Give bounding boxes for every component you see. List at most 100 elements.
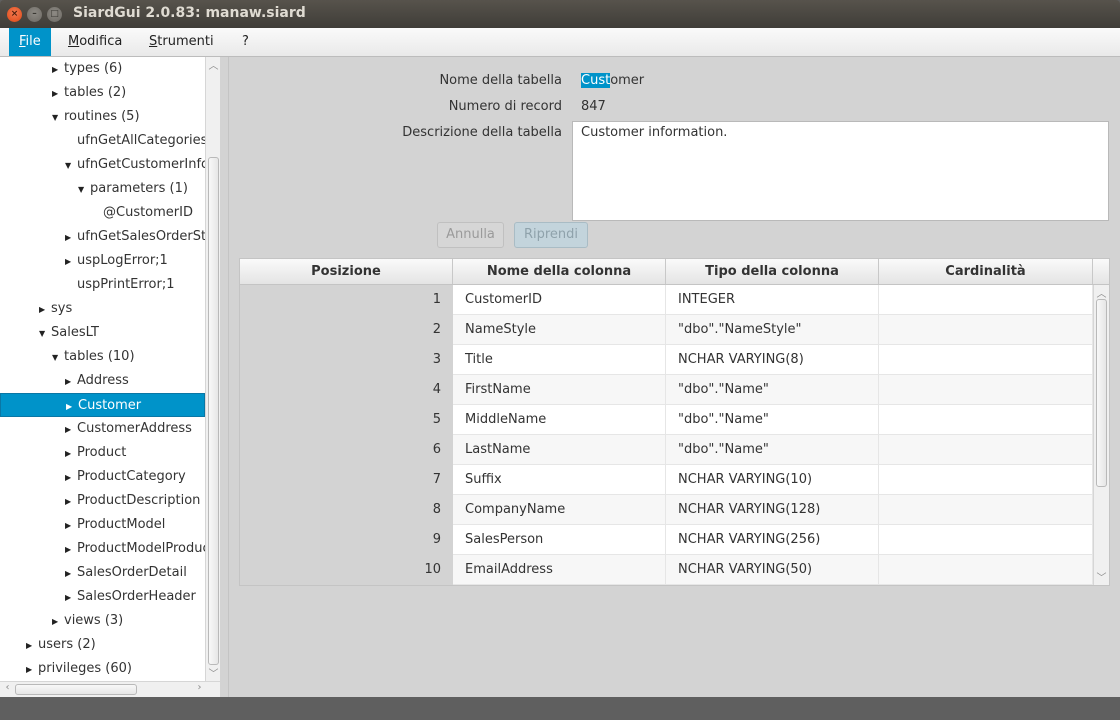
expand-arrow-icon[interactable]: ▶ (65, 370, 77, 394)
tree-node[interactable]: ▶ Address (0, 369, 205, 393)
expand-arrow-icon[interactable]: ▶ (52, 610, 64, 634)
cell-position[interactable]: 3 (240, 345, 453, 375)
cell-cardinality[interactable] (879, 435, 1093, 465)
table-row[interactable]: 10 EmailAddress NCHAR VARYING(50) (240, 555, 1093, 585)
tree-node[interactable]: ▼ parameters (1) (0, 177, 205, 201)
expand-arrow-icon[interactable]: ▶ (65, 226, 77, 250)
scroll-down-icon[interactable]: ﹀ (206, 665, 221, 680)
cell-column-type[interactable]: "dbo"."NameStyle" (666, 315, 879, 345)
collapse-arrow-icon[interactable]: ▼ (78, 178, 90, 202)
cell-cardinality[interactable] (879, 405, 1093, 435)
collapse-arrow-icon[interactable]: ▼ (52, 346, 64, 370)
tree-node[interactable]: ▶ CustomerAddress (0, 417, 205, 441)
cell-column-type[interactable]: NCHAR VARYING(256) (666, 525, 879, 555)
cell-position[interactable]: 2 (240, 315, 453, 345)
cell-position[interactable]: 1 (240, 285, 453, 315)
cell-column-name[interactable]: MiddleName (453, 405, 666, 435)
tree-node[interactable]: ▶ Product (0, 441, 205, 465)
cell-column-name[interactable]: FirstName (453, 375, 666, 405)
cell-position[interactable]: 5 (240, 405, 453, 435)
cell-column-name[interactable]: NameStyle (453, 315, 666, 345)
header-column-type[interactable]: Tipo della colonna (666, 259, 879, 284)
cell-column-name[interactable]: SalesPerson (453, 525, 666, 555)
cell-position[interactable]: 9 (240, 525, 453, 555)
table-row[interactable]: 8 CompanyName NCHAR VARYING(128) (240, 495, 1093, 525)
cell-column-type[interactable]: NCHAR VARYING(10) (666, 465, 879, 495)
tree-node[interactable]: ▶ privileges (60) (0, 657, 205, 681)
cell-position[interactable]: 10 (240, 555, 453, 585)
expand-arrow-icon[interactable]: ▶ (26, 634, 38, 658)
description-textarea[interactable]: Customer information. (572, 121, 1109, 221)
scroll-right-icon[interactable]: › (192, 682, 207, 693)
table-row[interactable]: 9 SalesPerson NCHAR VARYING(256) (240, 525, 1093, 555)
expand-arrow-icon[interactable]: ▶ (65, 514, 77, 538)
cell-column-type[interactable]: INTEGER (666, 285, 879, 315)
cell-column-type[interactable]: "dbo"."Name" (666, 375, 879, 405)
tree-node[interactable]: ▶ sys (0, 297, 205, 321)
minimize-window-button[interactable]: – (27, 7, 42, 22)
menu-file[interactable]: File (9, 28, 51, 56)
table-scroll-down-icon[interactable]: ﹀ (1094, 569, 1109, 584)
tree-node[interactable]: ufnGetAllCategories (0, 129, 205, 153)
table-vertical-scroll-thumb[interactable] (1096, 299, 1107, 487)
tree-node[interactable]: ▶ ProductCategory (0, 465, 205, 489)
expand-arrow-icon[interactable]: ▶ (65, 538, 77, 562)
cell-cardinality[interactable] (879, 495, 1093, 525)
tree-node[interactable]: ▶ SalesOrderHeader (0, 585, 205, 609)
table-row[interactable]: 4 FirstName "dbo"."Name" (240, 375, 1093, 405)
expand-arrow-icon[interactable]: ▶ (52, 58, 64, 82)
cell-cardinality[interactable] (879, 345, 1093, 375)
collapse-arrow-icon[interactable]: ▼ (65, 154, 77, 178)
tree-vertical-scroll-thumb[interactable] (208, 157, 219, 665)
tree-node[interactable]: ▶ views (3) (0, 609, 205, 633)
table-row[interactable]: 3 Title NCHAR VARYING(8) (240, 345, 1093, 375)
cell-column-type[interactable]: NCHAR VARYING(50) (666, 555, 879, 585)
collapse-arrow-icon[interactable]: ▼ (39, 322, 51, 346)
tree-horizontal-scroll-thumb[interactable] (15, 684, 137, 695)
split-pane-divider[interactable] (220, 57, 229, 697)
cell-position[interactable]: 7 (240, 465, 453, 495)
cell-column-name[interactable]: Suffix (453, 465, 666, 495)
cell-column-type[interactable]: NCHAR VARYING(8) (666, 345, 879, 375)
tree-node[interactable]: ▼ SalesLT (0, 321, 205, 345)
maximize-window-button[interactable]: □ (47, 7, 62, 22)
table-name-value[interactable]: Customer (581, 73, 644, 88)
tree-node[interactable]: ▶ types (6) (0, 57, 205, 81)
table-scroll-up-icon[interactable]: ︿ (1094, 285, 1109, 300)
tree-node[interactable]: uspPrintError;1 (0, 273, 205, 297)
expand-arrow-icon[interactable]: ▶ (65, 490, 77, 514)
tree-node[interactable]: ▶ Customer (0, 393, 205, 417)
metadata-tree[interactable]: ▶ types (6) ▶ tables (2) ▼ routines (5) ufnGet… (0, 57, 205, 681)
tree-node[interactable]: ▶ SalesOrderDetail (0, 561, 205, 585)
cell-column-type[interactable]: "dbo"."Name" (666, 435, 879, 465)
restore-button[interactable]: Riprendi (514, 222, 588, 248)
header-position[interactable]: Posizione (240, 259, 453, 284)
expand-arrow-icon[interactable]: ▶ (39, 298, 51, 322)
table-row[interactable]: 5 MiddleName "dbo"."Name" (240, 405, 1093, 435)
header-column-name[interactable]: Nome della colonna (453, 259, 666, 284)
cell-column-name[interactable]: LastName (453, 435, 666, 465)
menu-help[interactable]: ? (232, 28, 259, 56)
expand-arrow-icon[interactable]: ▶ (65, 586, 77, 610)
cell-column-type[interactable]: NCHAR VARYING(128) (666, 495, 879, 525)
scroll-up-icon[interactable]: ︿ (206, 57, 221, 72)
tree-node[interactable]: ▶ ProductModel (0, 513, 205, 537)
tree-node[interactable]: ▶ uspLogError;1 (0, 249, 205, 273)
tree-node[interactable]: ▶ users (2) (0, 633, 205, 657)
expand-arrow-icon[interactable]: ▶ (65, 466, 77, 490)
close-window-button[interactable]: × (7, 7, 22, 22)
expand-arrow-icon[interactable]: ▶ (65, 442, 77, 466)
expand-arrow-icon[interactable]: ▶ (26, 658, 38, 681)
tree-node[interactable]: ▶ufnGetSalesOrderStatusText (0, 225, 205, 249)
cell-column-type[interactable]: "dbo"."Name" (666, 405, 879, 435)
header-cardinality[interactable]: Cardinalità (879, 259, 1093, 284)
table-row[interactable]: 1 CustomerID INTEGER (240, 285, 1093, 315)
tree-node[interactable]: ▼ufnGetCustomerInformation (0, 153, 205, 177)
cell-position[interactable]: 8 (240, 495, 453, 525)
table-row[interactable]: 6 LastName "dbo"."Name" (240, 435, 1093, 465)
table-row[interactable]: 7 Suffix NCHAR VARYING(10) (240, 465, 1093, 495)
tree-node[interactable]: ▼ routines (5) (0, 105, 205, 129)
cell-position[interactable]: 4 (240, 375, 453, 405)
tree-node[interactable]: ▶ tables (2) (0, 81, 205, 105)
cell-cardinality[interactable] (879, 465, 1093, 495)
